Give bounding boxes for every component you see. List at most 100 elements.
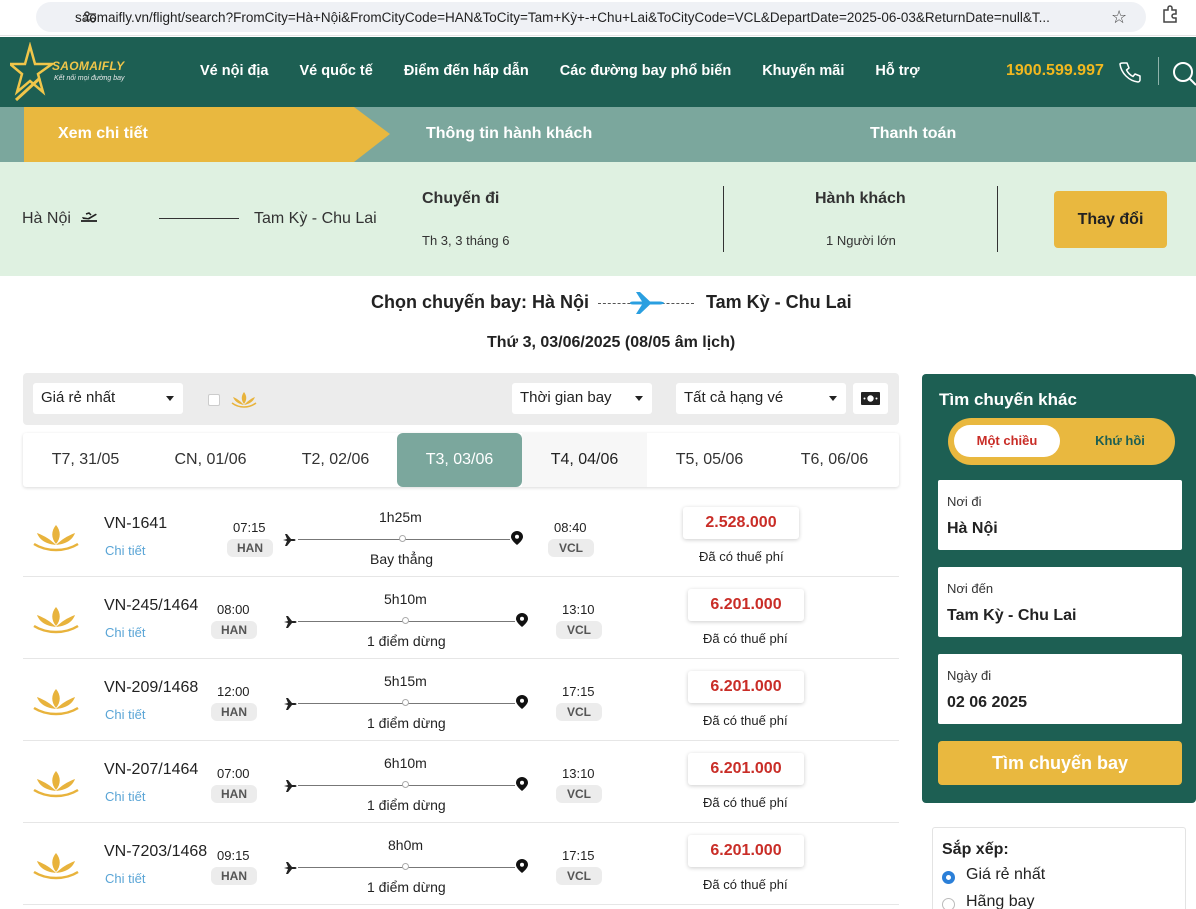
flight-stops: 1 điểm dừng	[367, 715, 446, 731]
origin-label: Nơi đi	[947, 494, 982, 509]
destination-field[interactable]: Nơi đến Tam Kỳ - Chu Lai	[938, 567, 1182, 637]
route-midpoint	[402, 863, 409, 870]
date-tabs: T7, 31/05 CN, 01/06 T2, 02/06 T3, 03/06 …	[23, 433, 899, 487]
fare-class-select[interactable]: Tất cả hạng vé	[676, 383, 846, 414]
tax-included-note: Đã có thuế phí	[703, 713, 788, 728]
phone-icon[interactable]	[1118, 60, 1142, 84]
departure-date-label: Ngày đi	[947, 668, 992, 683]
arrival-time: 17:15	[562, 684, 595, 699]
summary-origin: Hà Nội	[22, 210, 71, 227]
date-tab-3105[interactable]: T7, 31/05	[23, 433, 148, 487]
flight-details-link[interactable]: Chi tiết	[105, 871, 145, 886]
browser-toolbar: saomaifly.vn/flight/search?FromCity=Hà+N…	[0, 0, 1196, 36]
flight-code: VN-1641	[104, 515, 168, 532]
extensions-icon[interactable]	[1160, 4, 1180, 29]
flight-row[interactable]: VN-7203/1468 Chi tiết 09:15 HAN 8h0m 1 điểm d…	[23, 823, 899, 905]
sort-title: Sắp xếp:	[942, 841, 1009, 858]
round-trip-option[interactable]: Khứ hồi	[1070, 425, 1170, 457]
route-line	[159, 218, 239, 219]
flight-duration: 6h10m	[384, 755, 427, 771]
flight-time-select[interactable]: Thời gian bay	[512, 383, 652, 414]
fare-price-button[interactable]: 6.201.000	[688, 753, 804, 785]
address-bar[interactable]: saomaifly.vn/flight/search?FromCity=Hà+N…	[36, 2, 1146, 32]
header-divider	[1158, 57, 1159, 85]
flight-row[interactable]: VN-1641 Chi tiết 07:15 HAN 1h25m Bay thẳng 08:…	[23, 495, 899, 577]
vietnam-airlines-logo-icon	[32, 523, 80, 553]
step-passenger-info[interactable]: Thông tin hành khách	[426, 125, 592, 143]
date-tab-0606[interactable]: T6, 06/06	[772, 433, 897, 487]
saomaifly-logo[interactable]: SAOMAIFLY Kết nối mọi đường bay	[6, 41, 130, 102]
sort-cheapest-radio[interactable]	[942, 871, 955, 884]
flight-details-link[interactable]: Chi tiết	[105, 789, 145, 804]
date-tab-0106[interactable]: CN, 01/06	[148, 433, 273, 487]
vietnam-airlines-logo-icon	[32, 687, 80, 717]
flight-details-link[interactable]: Chi tiết	[105, 707, 145, 722]
airplane-icon	[282, 533, 296, 547]
flight-code: VN-209/1468	[104, 679, 199, 696]
airplane-icon	[626, 289, 666, 317]
departure-time: 12:00	[217, 684, 250, 699]
url-text[interactable]: saomaifly.vn/flight/search?FromCity=Hà+N…	[75, 10, 1105, 25]
change-search-button[interactable]: Thay đổi	[1054, 191, 1167, 248]
vietnam-airlines-logo-icon	[32, 851, 80, 881]
flight-code: VN-245/1464	[104, 597, 199, 614]
departure-airport-badge: HAN	[227, 539, 273, 557]
departure-date-field[interactable]: Ngày đi 02 06 2025	[938, 654, 1182, 724]
arrival-airport-badge: VCL	[556, 621, 602, 639]
date-tab-0206[interactable]: T2, 02/06	[273, 433, 398, 487]
sort-cheapest-label[interactable]: Giá rẻ nhất	[966, 866, 1045, 884]
flight-details-link[interactable]: Chi tiết	[105, 625, 145, 640]
flight-duration: 5h10m	[384, 591, 427, 607]
flight-code: VN-7203/1468	[104, 843, 208, 860]
flight-duration: 8h0m	[388, 837, 424, 853]
trip-title: Chuyến đi	[422, 190, 500, 207]
menu-popular-routes[interactable]: Các đường bay phổ biến	[560, 63, 731, 79]
flight-duration: 1h25m	[379, 509, 422, 525]
flight-row[interactable]: VN-245/1464 Chi tiết 08:00 HAN 5h10m 1 điểm d…	[23, 577, 899, 659]
departure-date-value: 02 06 2025	[947, 694, 1028, 711]
step-payment[interactable]: Thanh toán	[870, 125, 956, 143]
menu-destinations[interactable]: Điểm đến hấp dẫn	[404, 63, 529, 79]
fare-price-button[interactable]: 6.201.000	[688, 671, 804, 703]
hotline-number[interactable]: 1900.599.997	[1006, 62, 1104, 80]
arrival-time: 08:40	[554, 520, 587, 535]
menu-international[interactable]: Vé quốc tế	[300, 63, 373, 79]
airplane-icon	[283, 697, 297, 711]
date-tab-0506[interactable]: T5, 05/06	[647, 433, 772, 487]
fare-price-button[interactable]: 6.201.000	[688, 589, 804, 621]
flight-duration: 5h15m	[384, 673, 427, 689]
airline-filter-checkbox[interactable]	[208, 394, 220, 406]
sort-select[interactable]: Giá rẻ nhất	[33, 383, 183, 414]
menu-domestic[interactable]: Vé nội địa	[200, 63, 269, 79]
fare-price-button[interactable]: 6.201.000	[688, 835, 804, 867]
sort-airline-radio[interactable]	[942, 898, 955, 909]
one-way-option[interactable]: Một chiều	[954, 425, 1060, 457]
date-tab-0406[interactable]: T4, 04/06	[522, 433, 647, 487]
brand-tagline: Kết nối mọi đường bay	[54, 75, 125, 82]
menu-promotions[interactable]: Khuyến mãi	[762, 63, 844, 79]
price-display-toggle[interactable]	[853, 383, 888, 414]
main-menu: Vé nội địa Vé quốc tế Điểm đến hấp dẫn C…	[200, 63, 951, 79]
destination-pin-icon	[516, 695, 528, 709]
search-icon[interactable]	[1170, 60, 1196, 86]
chevron-down-icon	[166, 396, 174, 401]
bookmark-star-icon[interactable]: ☆	[1111, 7, 1127, 28]
flight-row[interactable]: VN-209/1468 Chi tiết 12:00 HAN 5h15m 1 điểm d…	[23, 659, 899, 741]
destination-pin-icon	[511, 531, 523, 545]
flight-row[interactable]: VN-207/1464 Chi tiết 07:00 HAN 6h10m 1 điểm d…	[23, 741, 899, 823]
menu-support[interactable]: Hỗ trợ	[875, 63, 919, 79]
arrival-airport-badge: VCL	[556, 785, 602, 803]
fare-price-button[interactable]: 2.528.000	[683, 507, 799, 539]
filter-bar: Giá rẻ nhất Thời gian bay Tất cả hạng vé	[23, 373, 899, 425]
sort-airline-label[interactable]: Hãng bay	[966, 893, 1035, 909]
date-tab-0306[interactable]: T3, 03/06	[397, 433, 522, 487]
destination-pin-icon	[516, 859, 528, 873]
arrival-time: 17:15	[562, 848, 595, 863]
step-view-details[interactable]: Xem chi tiết	[24, 107, 390, 162]
arrival-airport-badge: VCL	[556, 867, 602, 885]
origin-value: Hà Nội	[947, 520, 998, 537]
search-flights-button[interactable]: Tìm chuyến bay	[938, 741, 1182, 785]
flight-details-link[interactable]: Chi tiết	[105, 543, 145, 558]
origin-field[interactable]: Nơi đi Hà Nội	[938, 480, 1182, 550]
departure-time: 07:15	[233, 520, 266, 535]
